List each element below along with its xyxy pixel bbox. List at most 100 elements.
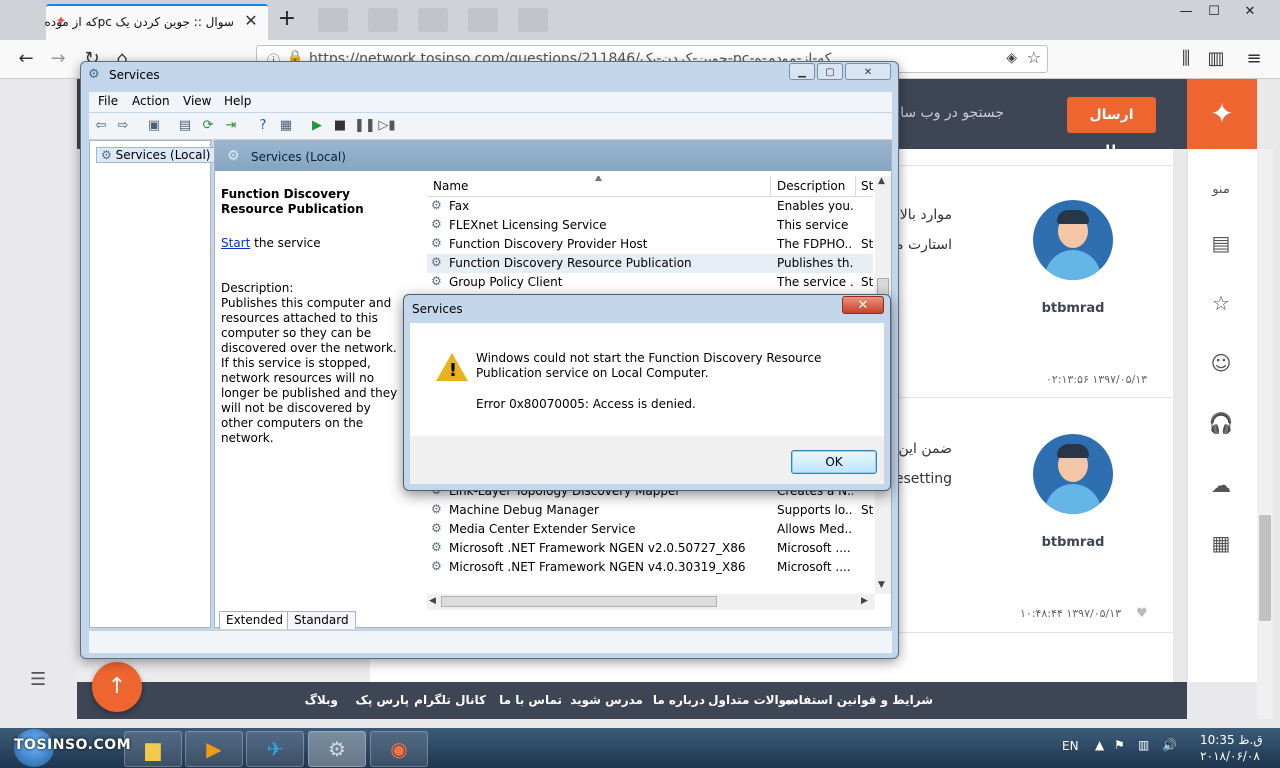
bookmark-star-icon[interactable]: ☆ — [1027, 48, 1041, 67]
sidebar-menu-label[interactable]: منو — [1206, 182, 1236, 197]
tab-standard[interactable]: Standard — [287, 611, 356, 629]
site-logo-icon[interactable]: ✦ — [1187, 79, 1257, 149]
tab-close-icon[interactable]: ✕ — [242, 12, 260, 30]
site-search-input[interactable]: جستجو در وب سایت — [882, 105, 1004, 121]
table-row[interactable]: ⚙ Microsoft .NET Framework NGEN v2.0.507… — [427, 539, 873, 558]
ok-button[interactable]: OK — [791, 450, 877, 474]
footer-link-contact[interactable]: تماس با ما — [499, 693, 562, 707]
table-row[interactable]: ⚙ Group Policy Client The service ... St — [427, 273, 873, 292]
tab-extended[interactable]: Extended — [219, 611, 290, 629]
column-description[interactable]: Description — [777, 179, 845, 193]
news-icon[interactable]: ▤ — [1208, 230, 1234, 256]
refresh-icon[interactable]: ⟳ — [199, 117, 217, 135]
table-row[interactable]: ⚙ Fax Enables you... — [427, 197, 873, 216]
blurred-tab[interactable] — [368, 8, 398, 32]
page-scrollbar[interactable] — [1257, 149, 1273, 719]
menu-view[interactable]: View — [183, 94, 211, 108]
taskbar-explorer[interactable]: ▆ — [124, 731, 182, 767]
smile-icon[interactable]: ☺ — [1208, 350, 1234, 376]
pocket-icon[interactable]: ◈ — [1006, 50, 1017, 66]
taskbar-media-player[interactable]: ▶ — [185, 731, 243, 767]
taskbar-services[interactable]: ⚙ — [308, 731, 366, 767]
forward-arrow-icon[interactable]: → — [44, 46, 72, 72]
clock-time[interactable]: ق.ظ 10:35 — [1200, 733, 1263, 747]
forward-icon[interactable]: ⇨ — [114, 117, 132, 135]
new-tab-button[interactable]: + — [276, 8, 298, 30]
table-row[interactable]: ⚙ Media Center Extender Service Allows M… — [427, 520, 873, 539]
table-row[interactable]: ⚙ Function Discovery Provider Host The F… — [427, 235, 873, 254]
list-menu-icon[interactable]: ☰ — [30, 671, 52, 689]
back-arrow-icon[interactable]: ← — [12, 46, 40, 72]
user-name[interactable]: btbmrad — [1028, 301, 1118, 316]
column-divider[interactable] — [770, 176, 771, 196]
footer-link-parspack[interactable]: پارس پک — [356, 693, 409, 707]
scroll-left-icon[interactable]: ◀ — [429, 596, 436, 606]
column-name[interactable]: Name — [433, 179, 468, 193]
blurred-tab[interactable] — [518, 8, 548, 32]
avatar[interactable] — [1033, 200, 1113, 280]
export-icon[interactable]: ⇥ — [222, 117, 240, 135]
tree-item-services-local[interactable]: ⚙ Services (Local) — [96, 147, 216, 163]
footer-link-blog[interactable]: وبلاگ — [305, 693, 338, 707]
blurred-tab[interactable] — [468, 8, 498, 32]
hamburger-menu-icon[interactable]: ≡ — [1240, 46, 1268, 72]
post-article-button[interactable]: ارسال مطلب — [1067, 97, 1156, 159]
window-maximize-button[interactable]: ☐ — [1200, 2, 1228, 22]
tray-arrow-icon[interactable]: ▲ — [1095, 738, 1104, 752]
services-maximize-button[interactable]: ▢ — [817, 63, 843, 80]
list-horizontal-scrollbar[interactable]: ◀ ▶ — [427, 594, 875, 610]
services-minimize-button[interactable]: ▁ — [789, 63, 815, 80]
library-icon[interactable]: ⫼ — [1172, 46, 1200, 72]
dialog-close-button[interactable]: ✕ — [842, 296, 884, 314]
console-tree-icon[interactable]: ▣ — [145, 117, 163, 135]
user-name[interactable]: btbmrad — [1028, 535, 1118, 550]
menu-action[interactable]: Action — [132, 94, 170, 108]
scroll-right-icon[interactable]: ▶ — [861, 596, 868, 606]
clock-date[interactable]: ۲۰۱۸/۰۶/۰۸ — [1192, 749, 1268, 763]
footer-link-about[interactable]: درباره ما — [653, 693, 705, 707]
headphones-icon[interactable]: 🎧 — [1208, 410, 1234, 436]
window-close-button[interactable]: ✕ — [1236, 2, 1264, 22]
flag-icon[interactable]: ⚑ — [1114, 738, 1125, 752]
services-close-button[interactable]: ✕ — [845, 63, 891, 80]
scroll-up-icon[interactable]: ▲ — [878, 176, 885, 186]
avatar[interactable] — [1033, 434, 1113, 514]
window-minimize-button[interactable]: — — [1172, 2, 1200, 22]
help-icon[interactable]: ? — [254, 117, 272, 135]
menu-file[interactable]: File — [98, 94, 118, 108]
footer-link-faq[interactable]: سوالات متداول — [708, 693, 798, 707]
page-scrollbar-thumb[interactable] — [1259, 515, 1271, 621]
menu-help[interactable]: Help — [224, 94, 251, 108]
table-row[interactable]: ⚙ Microsoft .NET Framework NGEN v4.0.303… — [427, 558, 873, 577]
table-row[interactable]: ⚙ FLEXnet Licensing Service This service… — [427, 216, 873, 235]
pause-service-icon[interactable]: ❚❚ — [354, 117, 376, 135]
properties-icon[interactable]: ▤ — [176, 117, 194, 135]
footer-link-telegram[interactable]: کانال تلگرام — [414, 693, 486, 707]
calendar-icon[interactable]: ▦ — [1208, 530, 1234, 556]
language-indicator[interactable]: EN — [1062, 739, 1079, 753]
scroll-down-icon[interactable]: ▼ — [878, 580, 885, 590]
show-hide-icon[interactable]: ▦ — [277, 117, 295, 135]
network-icon[interactable]: ▥ — [1138, 738, 1149, 752]
restart-service-icon[interactable]: ▷▮ — [378, 117, 396, 135]
weather-icon[interactable]: ☁ — [1208, 472, 1234, 498]
taskbar-telegram[interactable]: ✈ — [246, 731, 304, 767]
blurred-tab[interactable] — [318, 8, 348, 32]
sidebar-icon[interactable]: ▥ — [1202, 46, 1230, 72]
start-service-link[interactable]: Start — [221, 236, 250, 250]
volume-icon[interactable]: 🔊 — [1162, 738, 1177, 752]
stop-service-icon[interactable]: ■ — [331, 117, 349, 135]
column-status[interactable]: St — [861, 179, 873, 193]
star-icon[interactable]: ☆ — [1208, 290, 1234, 316]
list-hscroll-thumb[interactable] — [441, 596, 717, 607]
back-icon[interactable]: ⇦ — [92, 117, 110, 135]
blurred-tab[interactable] — [418, 8, 448, 32]
heart-icon[interactable]: ♥ — [1136, 606, 1148, 621]
browser-tab[interactable]: ✦ سوال :: جوین کردن یک pcکه از موده ✕ — [44, 4, 268, 40]
table-row[interactable]: ⚙ Machine Debug Manager Supports lo... S… — [427, 501, 873, 520]
taskbar-firefox[interactable]: ◉ — [370, 731, 428, 767]
column-divider[interactable] — [855, 176, 856, 196]
footer-link-terms[interactable]: شرایط و قوانین استفاده — [785, 693, 933, 707]
footer-link-teach[interactable]: مدرس شوید — [570, 693, 643, 707]
scroll-top-button[interactable]: ↑ — [92, 662, 142, 712]
